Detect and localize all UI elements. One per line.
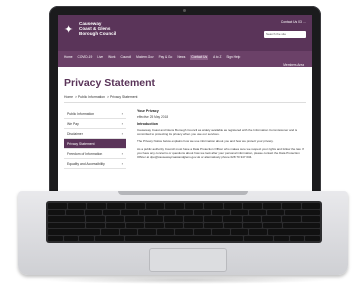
- nav-item-news[interactable]: News: [177, 55, 185, 60]
- sidebar-item-disclaimer[interactable]: Disclaimer ›: [64, 129, 126, 139]
- breadcrumb-home[interactable]: Home: [64, 95, 73, 99]
- chevron-right-icon: ›: [121, 121, 123, 126]
- breadcrumb-public-information[interactable]: Public Information: [78, 95, 105, 99]
- breadcrumb-current: Privacy Statement: [109, 95, 138, 99]
- nav-item-live[interactable]: Live: [97, 55, 103, 60]
- chevron-right-icon: ›: [121, 151, 123, 156]
- chevron-right-icon: ›: [121, 161, 123, 166]
- nav-item-home[interactable]: Home: [64, 55, 73, 60]
- council-name[interactable]: Causeway Coast & Glens Borough Council: [79, 21, 139, 36]
- nav-item-a-to-z[interactable]: A to Z: [213, 55, 221, 60]
- chevron-right-icon: ›: [121, 111, 123, 116]
- laptop-base: [18, 191, 348, 275]
- logo-line-3: Borough Council: [79, 31, 117, 36]
- intro-heading: Introduction: [137, 122, 158, 126]
- header-contact-link[interactable]: Contact Us 03 …: [281, 20, 306, 24]
- page-title: Privacy Statement: [64, 77, 156, 89]
- paragraph: Causeway Coast and Glens Borough Council…: [137, 128, 298, 137]
- keyboard: [46, 201, 322, 243]
- paragraph: The Privacy Notice below explains how we…: [137, 139, 274, 144]
- trackpad: [149, 248, 227, 272]
- sidebar-item-privacy-statement[interactable]: Privacy Statement: [64, 139, 126, 149]
- sidebar-item-freedom-of-information[interactable]: Freedom of Information ›: [64, 149, 126, 159]
- laptop-lid: ✦ Causeway Coast & Glens Borough Council…: [49, 6, 321, 196]
- laptop-screen: ✦ Causeway Coast & Glens Borough Council…: [58, 15, 312, 191]
- search-input[interactable]: Search the site: [264, 31, 306, 38]
- paragraph: As a public authority Council must have …: [137, 146, 304, 160]
- chevron-right-icon: ›: [121, 131, 123, 136]
- sidebar-item-label: Freedom of Information: [67, 151, 103, 156]
- sidebar-item-label: Public Information: [67, 111, 95, 116]
- breadcrumb: Home > Public Information > Privacy Stat…: [64, 95, 138, 99]
- effective-date: effective 25 May 2018: [137, 115, 169, 119]
- site-header: ✦ Causeway Coast & Glens Borough Council…: [58, 15, 312, 51]
- nav-item-contact-us[interactable]: Contact Us: [190, 55, 209, 60]
- sidebar-item-label: Disclaimer: [67, 131, 83, 136]
- main-nav: Home COVID-19 Live Work Council Modern.G…: [58, 51, 312, 67]
- nav-item-work[interactable]: Work: [108, 55, 115, 60]
- nav-item-council[interactable]: Council: [120, 55, 131, 60]
- content-heading: Your Privacy: [137, 109, 159, 113]
- nav-item-modern-gov[interactable]: Modern.Gov: [136, 55, 154, 60]
- sidebar-item-label: Privacy Statement: [67, 141, 95, 146]
- sidebar-item-public-information[interactable]: Public Information ›: [64, 109, 126, 119]
- side-navigation: Public Information › We Pay › Disclaimer…: [64, 109, 126, 169]
- laptop-shadow: [40, 276, 330, 284]
- nav-item-sign-help[interactable]: Sign Help: [226, 55, 240, 60]
- hinge: [118, 191, 248, 195]
- members-area-link[interactable]: Members Area: [283, 63, 304, 67]
- nav-item-covid[interactable]: COVID-19: [78, 55, 93, 60]
- divider: [64, 102, 306, 103]
- sidebar-item-label: We Pay: [67, 121, 79, 126]
- sidebar-item-equality-accessibility[interactable]: Equality and Accessibility ›: [64, 159, 126, 169]
- sidebar-item-label: Equality and Accessibility: [67, 161, 105, 166]
- main-content: Your Privacy effective 25 May 2018 Intro…: [137, 109, 309, 162]
- sidebar-item-we-pay[interactable]: We Pay ›: [64, 119, 126, 129]
- camera-icon: [183, 9, 186, 12]
- nav-item-pay-go[interactable]: Pay & Go: [159, 55, 173, 60]
- council-logo-icon[interactable]: ✦: [64, 24, 76, 36]
